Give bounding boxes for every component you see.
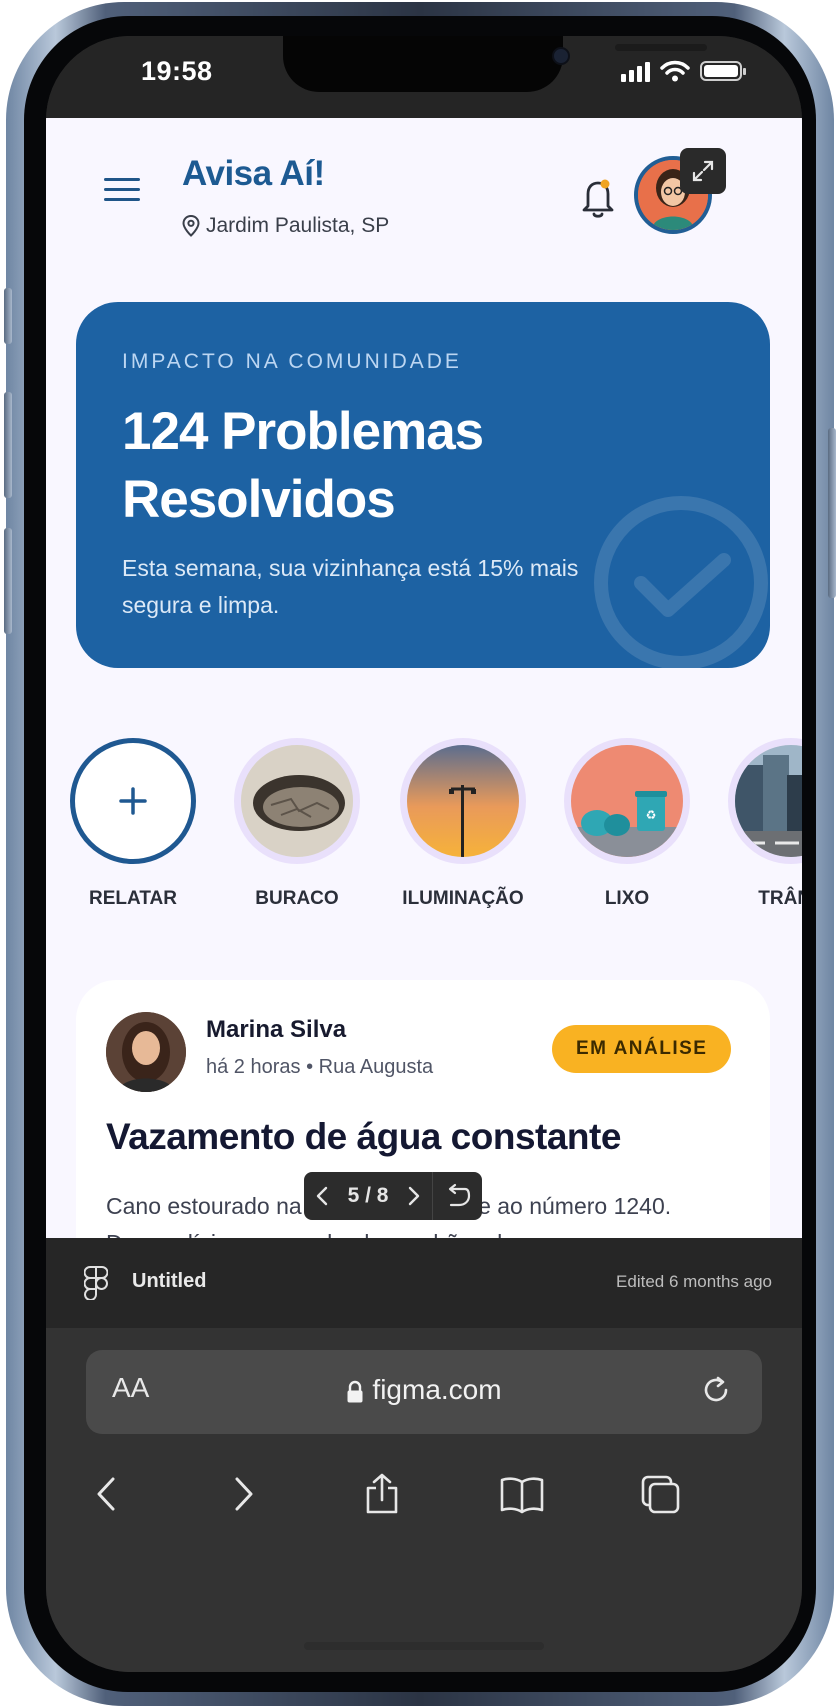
previous-frame-button[interactable] <box>304 1172 340 1220</box>
expand-icon <box>692 160 714 182</box>
report-circle <box>70 738 196 864</box>
trash-thumbnail: ♻ <box>564 738 690 864</box>
bookmarks-button[interactable] <box>496 1468 548 1520</box>
edited-timestamp: Edited 6 months ago <box>616 1272 772 1291</box>
svg-text:♻: ♻ <box>646 808 657 822</box>
hamburger-menu-button[interactable] <box>104 178 140 204</box>
map-pin-icon <box>182 215 200 237</box>
figma-logo-icon <box>84 1266 108 1300</box>
side-button <box>828 428 836 598</box>
chevron-right-icon <box>408 1186 420 1206</box>
category-traffic[interactable]: TRÂNS <box>726 738 802 910</box>
notch <box>283 36 707 92</box>
expand-fullscreen-button[interactable] <box>680 148 726 194</box>
url-display: figma.com <box>86 1374 762 1406</box>
streetlight-image <box>407 745 519 857</box>
category-label: RELATAR <box>89 888 177 909</box>
community-impact-card: IMPACTO NA COMUNIDADE 124 Problemas Reso… <box>76 302 770 668</box>
category-lighting[interactable]: ILUMINAÇÃO <box>398 738 528 910</box>
status-icons <box>621 58 746 84</box>
plus-icon <box>119 787 147 815</box>
category-label: BURACO <box>255 888 339 909</box>
author-name: Marina Silva <box>206 1016 347 1043</box>
category-label: ILUMINAÇÃO <box>402 888 524 909</box>
speaker <box>615 44 707 51</box>
wifi-icon <box>660 60 690 82</box>
location-selector[interactable]: Jardim Paulista, SP <box>182 214 389 238</box>
tabs-icon <box>641 1475 680 1514</box>
share-button[interactable] <box>356 1468 408 1520</box>
checkmark-circle-icon <box>594 496 768 668</box>
share-icon <box>366 1473 398 1514</box>
phone-screen: 19:58 Avisa Aí! Jardim Paulista, SP IMPA… <box>46 36 802 1672</box>
tabs-button[interactable] <box>634 1468 686 1520</box>
category-label: TRÂNS <box>758 888 802 909</box>
category-pothole[interactable]: BURACO <box>232 738 362 910</box>
lighting-thumbnail <box>400 738 526 864</box>
category-trash[interactable]: ♻ LIXO <box>562 738 692 910</box>
address-bar[interactable]: AA figma.com <box>86 1350 762 1434</box>
forward-button[interactable] <box>218 1468 270 1520</box>
app-viewport: Avisa Aí! Jardim Paulista, SP IMPACTO NA… <box>46 118 802 1238</box>
impact-subtext: Esta semana, sua vizinhança está 15% mai… <box>122 555 579 618</box>
side-button <box>4 392 12 498</box>
status-time: 19:58 <box>141 56 213 86</box>
side-button <box>4 528 12 634</box>
author-avatar <box>106 1012 186 1092</box>
back-button[interactable] <box>80 1468 132 1520</box>
url-text: figma.com <box>372 1374 502 1405</box>
post-title: Vazamento de água constante <box>106 1116 621 1157</box>
home-indicator <box>304 1642 544 1650</box>
traffic-thumbnail <box>728 738 802 864</box>
category-report[interactable]: RELATAR <box>68 738 198 910</box>
figma-file-bar: Untitled Edited 6 months ago <box>46 1238 802 1328</box>
location-text: Jardim Paulista, SP <box>206 214 390 237</box>
app-title: Avisa Aí! <box>182 154 325 193</box>
next-frame-button[interactable] <box>396 1172 432 1220</box>
status-badge: EM ANÁLISE <box>552 1025 732 1073</box>
post-meta: há 2 horas • Rua Augusta <box>206 1056 434 1078</box>
browser-chrome: AA figma.com <box>46 1328 802 1672</box>
restart-icon <box>448 1183 471 1207</box>
reload-icon[interactable] <box>696 1370 736 1410</box>
trash-image: ♻ <box>571 745 683 857</box>
browser-toolbar <box>46 1454 802 1534</box>
impact-eyebrow: IMPACTO NA COMUNIDADE <box>122 350 462 373</box>
impact-headline: 124 Problemas Resolvidos <box>122 402 484 529</box>
chevron-left-icon <box>97 1477 115 1511</box>
pothole-image <box>241 745 353 857</box>
battery-icon <box>700 61 746 81</box>
book-icon <box>500 1477 544 1514</box>
notifications-button[interactable] <box>578 174 618 220</box>
file-name[interactable]: Untitled <box>132 1270 206 1293</box>
restart-prototype-button[interactable] <box>433 1172 481 1220</box>
frame-counter: 5 / 8 <box>347 1184 389 1207</box>
front-camera <box>552 47 570 65</box>
prototype-pager: 5 / 8 <box>304 1172 482 1220</box>
cellular-signal-icon <box>621 60 650 82</box>
side-button <box>4 288 12 344</box>
status-bar: 19:58 <box>46 36 802 118</box>
lock-icon <box>347 1380 363 1403</box>
category-label: LIXO <box>604 888 650 909</box>
traffic-image <box>735 745 802 857</box>
chevron-right-icon <box>235 1477 253 1511</box>
bell-icon <box>582 179 614 218</box>
chevron-left-icon <box>316 1186 328 1206</box>
author-photo <box>106 1012 186 1092</box>
pothole-thumbnail <box>234 738 360 864</box>
